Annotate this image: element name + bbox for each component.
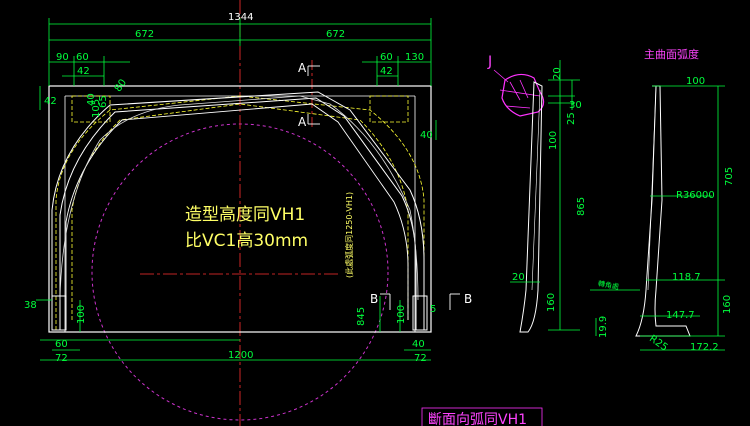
- dim-100-right: 100: [396, 305, 407, 324]
- detail-leader: [493, 69, 509, 83]
- dim-60-right: 60: [380, 52, 393, 63]
- note-line-1: 造型高度同VH1: [185, 205, 305, 225]
- detail-label-j: J: [487, 54, 492, 70]
- dim-42-right: 42: [380, 66, 393, 77]
- dim-42-left: 42: [77, 66, 90, 77]
- dim-80: 80: [113, 77, 129, 94]
- detail-dim-20-top: 20: [552, 67, 563, 80]
- dim-1200: 1200: [228, 350, 253, 361]
- dim-38: 38: [24, 300, 37, 311]
- dim-72-right: 72: [414, 353, 427, 364]
- dim-right-half: 672: [326, 29, 345, 40]
- profile-dimensions: [590, 85, 725, 351]
- detail-dim-30: 30: [569, 100, 582, 111]
- profile-title: 主曲面弧度: [644, 47, 699, 61]
- section-b-left: B: [370, 292, 378, 306]
- dim-42-side: 42: [44, 96, 57, 107]
- cad-drawing-canvas: 1344 672 672 90 60 42 60 130 42 42 65 40…: [24, 0, 735, 426]
- profile-dim-160: 160: [722, 295, 733, 314]
- section-title-box: 斷面向弧同VH1: [421, 407, 543, 426]
- detail-dim-25: 25: [566, 112, 577, 125]
- dim-left-half: 672: [135, 29, 154, 40]
- profile-curve: [635, 85, 691, 337]
- section-title: 斷面向弧同VH1: [428, 412, 527, 426]
- dim-total-width: 1344: [228, 12, 253, 23]
- profile-inner-line: [647, 85, 657, 291]
- dim-90: 90: [56, 52, 69, 63]
- dim-105: 105: [91, 99, 102, 118]
- detail-dim-160: 160: [546, 293, 557, 312]
- dim-5: 5: [430, 304, 436, 315]
- profile-view: 主曲面弧度 100 705 R36000 118.7 160 147.7 19.…: [590, 47, 735, 354]
- left-leg-foot: [51, 295, 67, 331]
- section-b-right: B: [464, 292, 472, 306]
- dim-845: 845: [356, 307, 367, 326]
- dim-40-right-side: 40: [420, 130, 433, 141]
- dim-100-left: 100: [76, 305, 87, 324]
- section-a-bottom: A: [298, 115, 307, 129]
- profile-dim-147-7: 147.7: [666, 310, 695, 321]
- side-detail-view: J 20 30 25 100 865 20 160: [487, 54, 587, 333]
- profile-small-note: 轉角處: [597, 279, 619, 292]
- profile-dim-19-9: 19.9: [598, 316, 609, 338]
- dim-40-bottom: 40: [412, 339, 425, 350]
- profile-radius: R36000: [676, 190, 715, 201]
- detail-dim-865: 865: [576, 197, 587, 216]
- profile-dim-705: 705: [724, 167, 735, 186]
- profile-dim-100: 100: [686, 76, 705, 87]
- front-elevation-view: 1344 672 672 90 60 42 60 130 42 42 65 40…: [24, 0, 472, 426]
- profile-dim-118-7: 118.7: [672, 272, 701, 283]
- note-vertical: (此處弧度同1250-VH1): [344, 192, 354, 278]
- dim-60-bottom: 60: [55, 339, 68, 350]
- dim-130: 130: [405, 52, 424, 63]
- note-line-2: 比VC1高30mm: [185, 231, 308, 251]
- dim-60-left: 60: [76, 52, 89, 63]
- detail-dim-20-bottom: 20: [512, 272, 525, 283]
- section-a-top: A: [298, 61, 307, 75]
- profile-dim-172-2: 172.2: [690, 342, 719, 353]
- hidden-box-right: [369, 95, 409, 123]
- detail-dim-100: 100: [548, 131, 559, 150]
- dim-72-left: 72: [55, 353, 68, 364]
